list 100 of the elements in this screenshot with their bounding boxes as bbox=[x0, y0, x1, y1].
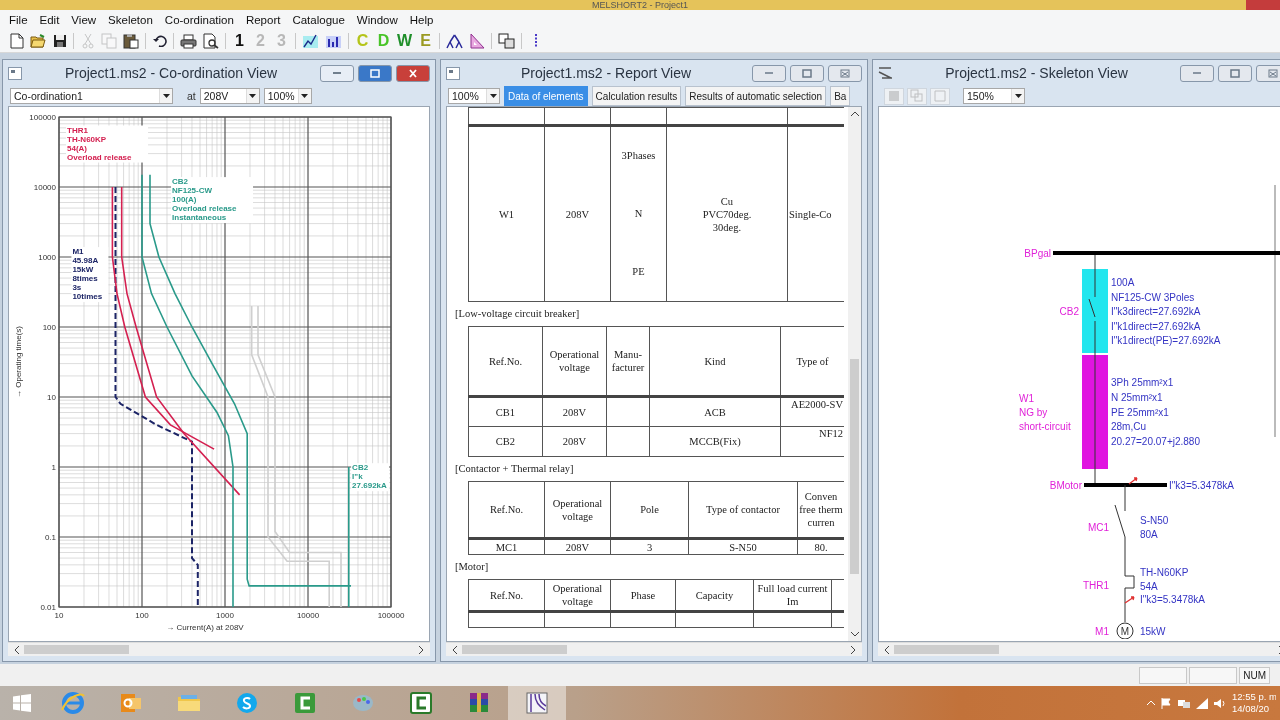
flag-icon[interactable] bbox=[1161, 697, 1172, 709]
menu-item[interactable]: Edit bbox=[33, 14, 66, 26]
motor-letter: M bbox=[1120, 625, 1130, 637]
horizontal-scrollbar[interactable] bbox=[446, 642, 862, 656]
breaker-label: CB2 bbox=[1059, 305, 1079, 317]
axis-tick-label: 1 bbox=[51, 463, 56, 472]
recorder-icon bbox=[292, 690, 318, 716]
print-preview-icon bbox=[203, 33, 219, 49]
menu-item[interactable]: Report bbox=[239, 14, 287, 26]
close-button[interactable] bbox=[828, 64, 862, 82]
menu-item[interactable]: View bbox=[65, 14, 103, 26]
taskbar-app[interactable] bbox=[508, 686, 566, 720]
table-cell: 208V bbox=[542, 426, 607, 457]
zoom-dropdown[interactable]: 100% bbox=[448, 88, 500, 104]
table-cell: S-N50 bbox=[688, 538, 798, 555]
window-menu-icon[interactable] bbox=[8, 66, 22, 80]
axis-tick-label: 0.1 bbox=[44, 533, 56, 542]
scroll-thumb[interactable] bbox=[894, 645, 999, 654]
caret-icon bbox=[301, 94, 309, 98]
horizontal-scrollbar[interactable] bbox=[8, 642, 430, 656]
scroll-thumb[interactable] bbox=[850, 359, 859, 574]
network-icon[interactable] bbox=[1178, 697, 1190, 709]
page-icon bbox=[887, 89, 901, 103]
minimize-button[interactable] bbox=[320, 64, 354, 82]
close-icon bbox=[1268, 68, 1278, 78]
motor-symbol bbox=[1116, 622, 1134, 639]
minimize-button[interactable] bbox=[752, 64, 786, 82]
toolbar-button[interactable]: W bbox=[394, 31, 416, 51]
voltage-dropdown[interactable]: 208V bbox=[199, 88, 260, 104]
volume-icon[interactable] bbox=[1214, 697, 1226, 709]
maximize-icon bbox=[1230, 68, 1240, 78]
axis-tick-label: 10000 bbox=[296, 611, 320, 620]
recorder-icon bbox=[408, 690, 434, 716]
minimize-button[interactable] bbox=[1180, 64, 1214, 82]
print-button[interactable] bbox=[177, 31, 200, 51]
menu-item[interactable]: Co-ordination bbox=[158, 14, 240, 26]
scroll-up-icon[interactable] bbox=[850, 111, 859, 117]
zoom-dropdown[interactable]: 150% bbox=[963, 88, 1025, 104]
menu-item[interactable]: Skeleton bbox=[102, 14, 159, 26]
caret-icon bbox=[249, 94, 257, 98]
scroll-thumb[interactable] bbox=[24, 645, 129, 654]
chat-app-icon bbox=[234, 690, 260, 716]
axis-tick-label: 100000 bbox=[377, 611, 405, 620]
fault-arrow-icon bbox=[1128, 477, 1138, 485]
maximize-button[interactable] bbox=[790, 64, 824, 82]
maximize-button[interactable] bbox=[1218, 64, 1252, 82]
scroll-right-icon[interactable] bbox=[850, 645, 856, 654]
status-indicator: NUM bbox=[1239, 666, 1270, 684]
tab[interactable]: Results of automatic selection bbox=[685, 86, 827, 106]
fault-arrow-icon bbox=[1124, 596, 1135, 604]
column-header: Full load current Im bbox=[753, 579, 832, 612]
scroll-down-icon[interactable] bbox=[850, 631, 859, 637]
menu-item[interactable]: File bbox=[3, 14, 34, 26]
window-menu-icon[interactable] bbox=[878, 66, 893, 80]
bus-label: BPgal bbox=[1024, 247, 1051, 259]
window-title: Project1.ms2 - Skeleton View bbox=[944, 65, 1129, 81]
scroll-right-icon[interactable] bbox=[418, 645, 424, 654]
at-label: at bbox=[186, 90, 196, 102]
axis-title: → Operating time(s) bbox=[14, 326, 23, 398]
column-header: Capacity bbox=[675, 579, 754, 612]
zoom-dropdown[interactable]: 100% bbox=[263, 88, 312, 104]
scroll-left-icon[interactable] bbox=[884, 645, 890, 654]
tree-icon bbox=[446, 33, 464, 49]
chart-icon bbox=[302, 33, 319, 49]
section-heading: [Low-voltage circuit breaker] bbox=[455, 307, 581, 321]
close-button[interactable] bbox=[396, 64, 430, 82]
scroll-left-icon[interactable] bbox=[452, 645, 458, 654]
paste-button[interactable] bbox=[120, 31, 142, 51]
caret-icon bbox=[162, 94, 170, 98]
toolbar-button[interactable]: 1 bbox=[229, 31, 250, 51]
horizontal-scrollbar[interactable] bbox=[878, 642, 1280, 656]
print-icon bbox=[180, 33, 197, 49]
menu-item[interactable]: Help bbox=[403, 14, 440, 26]
save-icon bbox=[52, 34, 67, 48]
scroll-left-icon[interactable] bbox=[14, 645, 20, 654]
axis-title: → Current(A) at 208V bbox=[166, 623, 244, 632]
window-menu-icon[interactable] bbox=[446, 66, 460, 80]
open-button[interactable] bbox=[27, 31, 49, 51]
bar-chart-icon bbox=[325, 33, 342, 49]
close-button[interactable] bbox=[1256, 64, 1280, 82]
table-cell: 208V bbox=[544, 538, 611, 555]
menu-item[interactable]: Window bbox=[350, 14, 404, 26]
column-header: Ref.No. bbox=[468, 579, 545, 612]
menu-item[interactable]: Catalogue bbox=[286, 14, 351, 26]
table-cell: CB2 bbox=[468, 426, 543, 457]
section-heading: [Motor] bbox=[455, 560, 490, 574]
coordination-dropdown[interactable]: Co-ordination1 bbox=[10, 88, 173, 104]
vertical-scrollbar[interactable] bbox=[848, 107, 861, 641]
scroll-thumb[interactable] bbox=[462, 645, 567, 654]
minimize-icon bbox=[1192, 72, 1202, 74]
close-icon bbox=[408, 68, 418, 78]
tab[interactable]: Ba bbox=[830, 86, 851, 106]
tab[interactable]: Calculation results bbox=[591, 86, 682, 106]
table-cell: 208V bbox=[542, 396, 607, 427]
contactor-label: MC1 bbox=[1087, 521, 1109, 533]
signal-icon[interactable] bbox=[1196, 697, 1208, 709]
caret-icon[interactable] bbox=[1147, 700, 1155, 706]
motor-specs: 15kW bbox=[1140, 625, 1166, 637]
maximize-button[interactable] bbox=[358, 64, 392, 82]
copy-icon bbox=[101, 33, 117, 49]
